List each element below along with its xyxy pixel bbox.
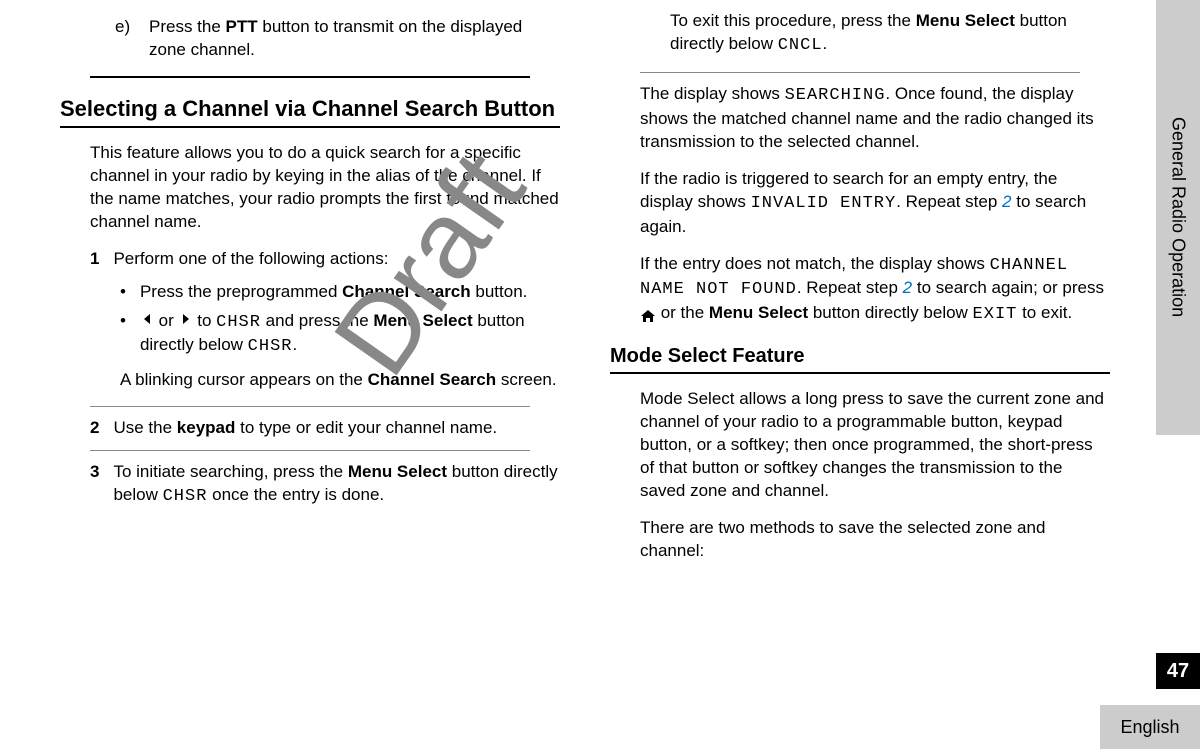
- chsr-code: CHSR: [248, 337, 293, 356]
- step-1-result: A blinking cursor appears on the Channel…: [120, 369, 560, 392]
- divider: [640, 72, 1080, 73]
- step-2: 2 Use the keypad to type or edit your ch…: [90, 417, 560, 440]
- chsr-code: CHSR: [163, 487, 208, 506]
- side-section-tab: General Radio Operation: [1156, 0, 1200, 435]
- ptt-label: PTT: [226, 17, 258, 36]
- step-2-link[interactable]: 2: [1002, 192, 1011, 211]
- right-column: To exit this procedure, press the Menu S…: [610, 10, 1160, 577]
- language-label: English: [1120, 717, 1179, 738]
- step-1-bullet-2-text: or to CHSR and press the Menu Select but…: [140, 310, 560, 360]
- step-2-link[interactable]: 2: [903, 278, 912, 297]
- exit-procedure-text: To exit this procedure, press the Menu S…: [670, 10, 1110, 58]
- not-found-paragraph: If the entry does not match, the display…: [640, 253, 1110, 328]
- divider: [90, 76, 530, 78]
- heading-channel-search: Selecting a Channel via Channel Search B…: [60, 96, 560, 128]
- page-content: e) Press the PTT button to transmit on t…: [0, 0, 1200, 587]
- step-2-text: Use the keypad to type or edit your chan…: [113, 417, 497, 440]
- substep-e: e) Press the PTT button to transmit on t…: [115, 16, 560, 62]
- two-methods-paragraph: There are two methods to save the select…: [640, 517, 1110, 563]
- menu-select-label: Menu Select: [916, 11, 1015, 30]
- step-1-bullet-1: • Press the preprogrammed Channel Search…: [120, 281, 560, 304]
- mode-select-paragraph: Mode Select allows a long press to save …: [640, 388, 1110, 503]
- divider: [90, 406, 530, 407]
- invalid-entry-paragraph: If the radio is triggered to search for …: [640, 168, 1110, 239]
- page-number: 47: [1167, 660, 1189, 683]
- menu-select-label: Menu Select: [348, 462, 447, 481]
- searching-code: SEARCHING: [785, 86, 886, 105]
- step-3-number: 3: [90, 461, 99, 509]
- searching-paragraph: The display shows SEARCHING. Once found,…: [640, 83, 1110, 154]
- step-3-text: To initiate searching, press the Menu Se…: [113, 461, 560, 509]
- step-1-bullet-2: • or to CHSR and press the Menu Select b…: [120, 310, 560, 360]
- page-number-box: 47: [1156, 653, 1200, 689]
- step-2-number: 2: [90, 417, 99, 440]
- keypad-label: keypad: [177, 418, 236, 437]
- heading-mode-select: Mode Select Feature: [610, 345, 1110, 374]
- step-1-text: Perform one of the following actions:: [113, 248, 388, 271]
- left-arrow-icon: [140, 310, 154, 324]
- channel-search-label: Channel Search: [342, 282, 471, 301]
- menu-select-label: Menu Select: [709, 303, 808, 322]
- bullet-marker: •: [120, 310, 126, 360]
- invalid-entry-code: INVALID ENTRY: [751, 194, 897, 213]
- left-column: e) Press the PTT button to transmit on t…: [60, 10, 560, 577]
- language-box: English: [1100, 705, 1200, 749]
- divider: [90, 450, 530, 451]
- right-arrow-icon: [179, 310, 193, 324]
- cncl-code: CNCL: [778, 36, 823, 55]
- intro-paragraph: This feature allows you to do a quick se…: [90, 142, 560, 234]
- bullet-marker: •: [120, 281, 126, 304]
- step-1-bullet-1-text: Press the preprogrammed Channel Search b…: [140, 281, 527, 304]
- step-1-number: 1: [90, 248, 99, 271]
- chsr-code: CHSR: [216, 313, 261, 332]
- substep-e-text: Press the PTT button to transmit on the …: [149, 16, 560, 62]
- channel-search-screen-label: Channel Search: [368, 370, 497, 389]
- side-section-label: General Radio Operation: [1168, 117, 1189, 317]
- step-3: 3 To initiate searching, press the Menu …: [90, 461, 560, 509]
- substep-e-marker: e): [115, 16, 135, 62]
- home-icon: [640, 307, 656, 321]
- step-1: 1 Perform one of the following actions:: [90, 248, 560, 271]
- exit-code: EXIT: [973, 305, 1018, 324]
- menu-select-label: Menu Select: [373, 311, 472, 330]
